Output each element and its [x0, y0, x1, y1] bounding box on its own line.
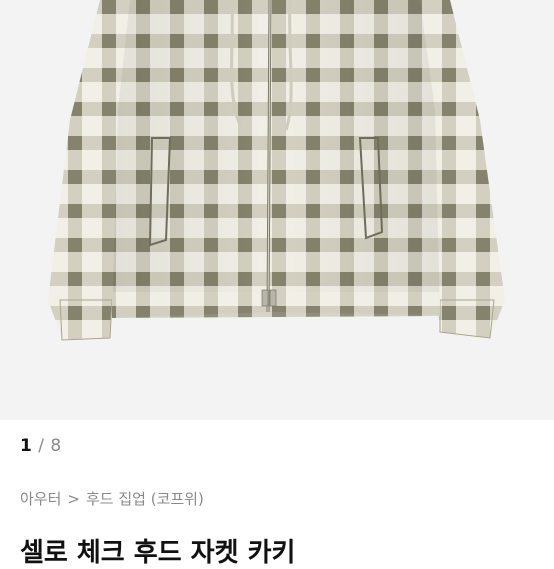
breadcrumb-separator: > [67, 489, 80, 508]
breadcrumb-item-hood-zipup[interactable]: 후드 집업 (코프위) [86, 488, 204, 509]
breadcrumb: 아우터 > 후드 집업 (코프위) [20, 488, 204, 509]
jacket-photo [48, 0, 505, 341]
pager-separator: / [38, 436, 45, 456]
pager-total: 8 [50, 436, 62, 456]
breadcrumb-item-outer[interactable]: 아우터 [20, 488, 61, 509]
product-title: 셀로 체크 후드 자켓 카키 [20, 538, 296, 568]
image-pager: 1 / 8 [20, 436, 62, 456]
product-image[interactable] [0, 0, 554, 420]
pager-current: 1 [20, 436, 33, 456]
